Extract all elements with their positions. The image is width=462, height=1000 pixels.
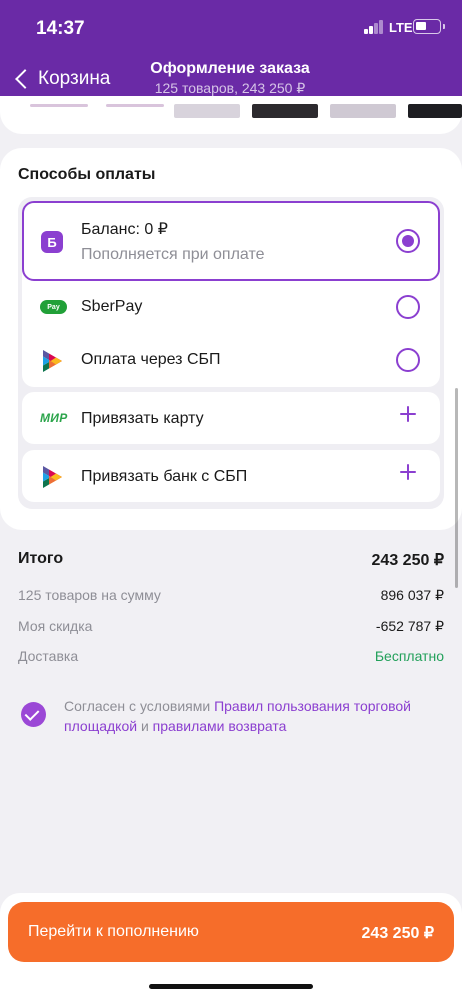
sberpay-label: SberPay	[81, 298, 143, 315]
items-sum-value: 896 037 ₽	[380, 587, 444, 603]
add-card-label: Привязать карту	[81, 410, 204, 427]
product-thumbnail[interactable]	[106, 104, 164, 107]
return-policy-link[interactable]: правилами возврата	[153, 718, 287, 734]
app-header: 14:37 LTE Корзина Оформление заказа 125 …	[0, 0, 462, 108]
status-bar: 14:37 LTE	[0, 0, 462, 54]
total-label: Итого	[18, 550, 64, 567]
page-title: Оформление заказа	[150, 60, 310, 77]
agreement-middle: и	[137, 718, 153, 734]
product-thumbnail[interactable]	[252, 104, 318, 118]
network-label: LTE	[389, 20, 413, 35]
payment-method-balance[interactable]	[22, 201, 440, 281]
sbp-icon	[43, 350, 62, 372]
balance-label: Баланс: 0 ₽	[81, 221, 168, 238]
items-sum-label: 125 товаров на сумму	[18, 587, 161, 603]
delivery-value: Бесплатно	[374, 648, 444, 664]
scrollbar[interactable]	[455, 388, 458, 588]
balance-sublabel: Пополняется при оплате	[81, 246, 265, 263]
product-thumbnail[interactable]	[174, 104, 240, 118]
sbp-icon	[43, 466, 62, 488]
agreement-checkbox[interactable]	[21, 702, 46, 727]
product-thumbnail[interactable]	[30, 104, 88, 107]
home-indicator[interactable]	[149, 984, 313, 989]
sberpay-radio[interactable]	[396, 295, 420, 319]
back-label: Корзина	[38, 68, 111, 89]
battery-icon	[413, 19, 445, 34]
mir-icon: МИР	[40, 411, 68, 425]
discount-label: Моя скидка	[18, 618, 93, 634]
product-thumbnails-strip[interactable]	[0, 96, 462, 134]
chevron-left-icon	[15, 69, 35, 89]
add-card-button[interactable]: МИР Привязать карту	[22, 392, 440, 444]
product-thumbnail[interactable]	[330, 104, 396, 118]
agreement-text: Согласен с условиями Правил пользования …	[64, 696, 444, 736]
status-time: 14:37	[36, 18, 85, 39]
sbp-label: Оплата через СБП	[81, 351, 221, 368]
add-sbp-bank-button[interactable]: Привязать банк с СБП	[22, 450, 440, 502]
product-thumbnail[interactable]	[408, 104, 462, 118]
plus-icon	[400, 406, 416, 422]
signal-icon	[364, 20, 384, 34]
cta-amount: 243 250 ₽	[361, 925, 434, 942]
cta-label: Перейти к пополнению	[28, 923, 199, 940]
total-value: 243 250 ₽	[371, 552, 444, 569]
add-sbp-bank-label: Привязать банк с СБП	[81, 468, 248, 485]
sberpay-icon: Pay	[40, 300, 67, 314]
delivery-label: Доставка	[18, 648, 79, 664]
plus-icon	[400, 464, 416, 480]
page-subtitle: 125 товаров, 243 250 ₽	[154, 80, 306, 96]
agreement-prefix: Согласен с условиями	[64, 698, 215, 714]
balance-icon: Б	[41, 231, 63, 253]
sbp-radio[interactable]	[396, 348, 420, 372]
proceed-to-topup-button[interactable]: Перейти к пополнению 243 250 ₽	[8, 902, 454, 962]
back-button[interactable]: Корзина	[12, 64, 110, 94]
discount-value: -652 787 ₽	[375, 618, 444, 634]
balance-radio[interactable]	[396, 229, 420, 253]
payment-section-title: Способы оплаты	[18, 166, 156, 183]
